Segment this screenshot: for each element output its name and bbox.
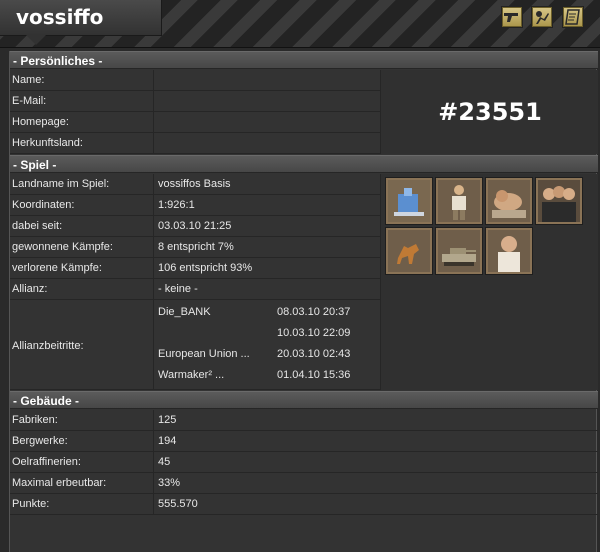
since-value: 03.03.10 21:25 bbox=[158, 220, 232, 232]
row-since: dabei seit: 03.03.10 21:25 bbox=[10, 216, 380, 237]
player-id-box: #23551 bbox=[380, 70, 598, 154]
lost-label: verlorene Kämpfe: bbox=[10, 258, 154, 278]
row-refineries: Oelraffinerien: 45 bbox=[10, 452, 598, 473]
since-label: dabei seit: bbox=[10, 216, 154, 236]
row-name: Name: bbox=[10, 70, 380, 91]
landname-value: vossiffos Basis bbox=[158, 178, 231, 190]
alliance-value: - keine - bbox=[158, 283, 198, 295]
dog-unit-icon[interactable] bbox=[386, 228, 432, 274]
origin-value bbox=[155, 133, 380, 153]
sleeping-unit-icon[interactable] bbox=[486, 178, 532, 224]
profile-header: vossiffo bbox=[0, 0, 600, 48]
alliance-join-item: European Union ... 20.03.10 02:43 bbox=[155, 343, 380, 364]
row-landname: Landname im Spiel: vossiffos Basis bbox=[10, 174, 380, 195]
group-unit-icon[interactable] bbox=[536, 178, 582, 224]
landname-label: Landname im Spiel: bbox=[10, 174, 154, 194]
alliance-join-date: 20.03.10 02:43 bbox=[277, 348, 351, 360]
units-box bbox=[380, 174, 598, 390]
notepad-icon[interactable] bbox=[562, 6, 584, 28]
alliance-join-date: 08.03.10 20:37 bbox=[277, 306, 351, 318]
lost-value: 106 entspricht 93% bbox=[158, 262, 253, 274]
origin-label: Herkunftsland: bbox=[10, 133, 154, 153]
row-mines: Bergwerke: 194 bbox=[10, 431, 598, 452]
email-label: E-Mail: bbox=[10, 91, 154, 111]
row-email: E-Mail: bbox=[10, 91, 380, 112]
section-buildings: - Gebäude - bbox=[10, 391, 598, 409]
row-max-loot: Maximal erbeutbar: 33% bbox=[10, 473, 598, 494]
soldier-icon[interactable] bbox=[436, 178, 482, 224]
alliance-join-name[interactable]: Warmaker² ... bbox=[158, 369, 268, 381]
row-points: Punkte: 555.570 bbox=[10, 494, 598, 515]
row-alliance-joins: Allianzbeitritte: Die_BANK 08.03.10 20:3… bbox=[10, 300, 380, 390]
row-alliance: Allianz: - keine - bbox=[10, 279, 380, 300]
won-value: 8 entspricht 7% bbox=[158, 241, 234, 253]
alliance-join-item: Die_BANK 08.03.10 20:37 bbox=[155, 301, 380, 322]
title-tab: vossiffo bbox=[0, 0, 162, 45]
row-origin: Herkunftsland: bbox=[10, 133, 380, 154]
refineries-value: 45 bbox=[158, 456, 171, 468]
agent-unit-icon[interactable] bbox=[486, 228, 532, 274]
attack-icon[interactable] bbox=[531, 6, 553, 28]
won-label: gewonnene Kämpfe: bbox=[10, 237, 154, 257]
row-factories: Fabriken: 125 bbox=[10, 410, 598, 431]
row-coordinates: Koordinaten: 1:926:1 bbox=[10, 195, 380, 216]
alliance-label: Allianz: bbox=[10, 279, 154, 299]
coordinates-label: Koordinaten: bbox=[10, 195, 154, 215]
alliance-join-name[interactable]: Die_BANK bbox=[158, 306, 268, 318]
factories-label: Fabriken: bbox=[10, 410, 154, 430]
alliance-join-item: Warmaker² ... 01.04.10 15:36 bbox=[155, 364, 380, 385]
points-label: Punkte: bbox=[10, 494, 154, 514]
base-building-icon[interactable] bbox=[386, 178, 432, 224]
player-id: #23551 bbox=[438, 98, 542, 126]
max-loot-value: 33% bbox=[158, 477, 181, 489]
player-name-title: vossiffo bbox=[16, 5, 104, 29]
row-homepage: Homepage: bbox=[10, 112, 380, 133]
alliance-join-name[interactable]: European Union ... bbox=[158, 348, 268, 360]
section-personal: - Persönliches - bbox=[10, 51, 598, 69]
max-loot-label: Maximal erbeutbar: bbox=[10, 473, 154, 493]
name-label: Name: bbox=[10, 70, 154, 90]
mines-label: Bergwerke: bbox=[10, 431, 154, 451]
alliance-joins-label: Allianzbeitritte: bbox=[10, 300, 154, 389]
homepage-value bbox=[155, 112, 380, 132]
alliance-joins-list: Die_BANK 08.03.10 20:37 10.03.10 22:09 E… bbox=[155, 300, 380, 389]
profile-panel: - Persönliches - Name: E-Mail: Homepage:… bbox=[9, 51, 598, 552]
coordinates-value: 1:926:1 bbox=[158, 199, 195, 211]
factories-value: 125 bbox=[158, 414, 177, 426]
points-value: 555.570 bbox=[158, 498, 198, 510]
refineries-label: Oelraffinerien: bbox=[10, 452, 154, 472]
row-lost: verlorene Kämpfe: 106 entspricht 93% bbox=[10, 258, 380, 279]
pistol-icon[interactable] bbox=[501, 6, 523, 28]
alliance-join-date: 10.03.10 22:09 bbox=[277, 327, 351, 339]
alliance-join-item: 10.03.10 22:09 bbox=[155, 322, 380, 343]
homepage-label: Homepage: bbox=[10, 112, 154, 132]
tank-unit-icon[interactable] bbox=[436, 228, 482, 274]
email-value bbox=[155, 91, 380, 111]
mines-value: 194 bbox=[158, 435, 177, 447]
row-won: gewonnene Kämpfe: 8 entspricht 7% bbox=[10, 237, 380, 258]
name-value bbox=[155, 70, 380, 90]
section-game: - Spiel - bbox=[10, 155, 598, 173]
alliance-join-date: 01.04.10 15:36 bbox=[277, 369, 351, 381]
